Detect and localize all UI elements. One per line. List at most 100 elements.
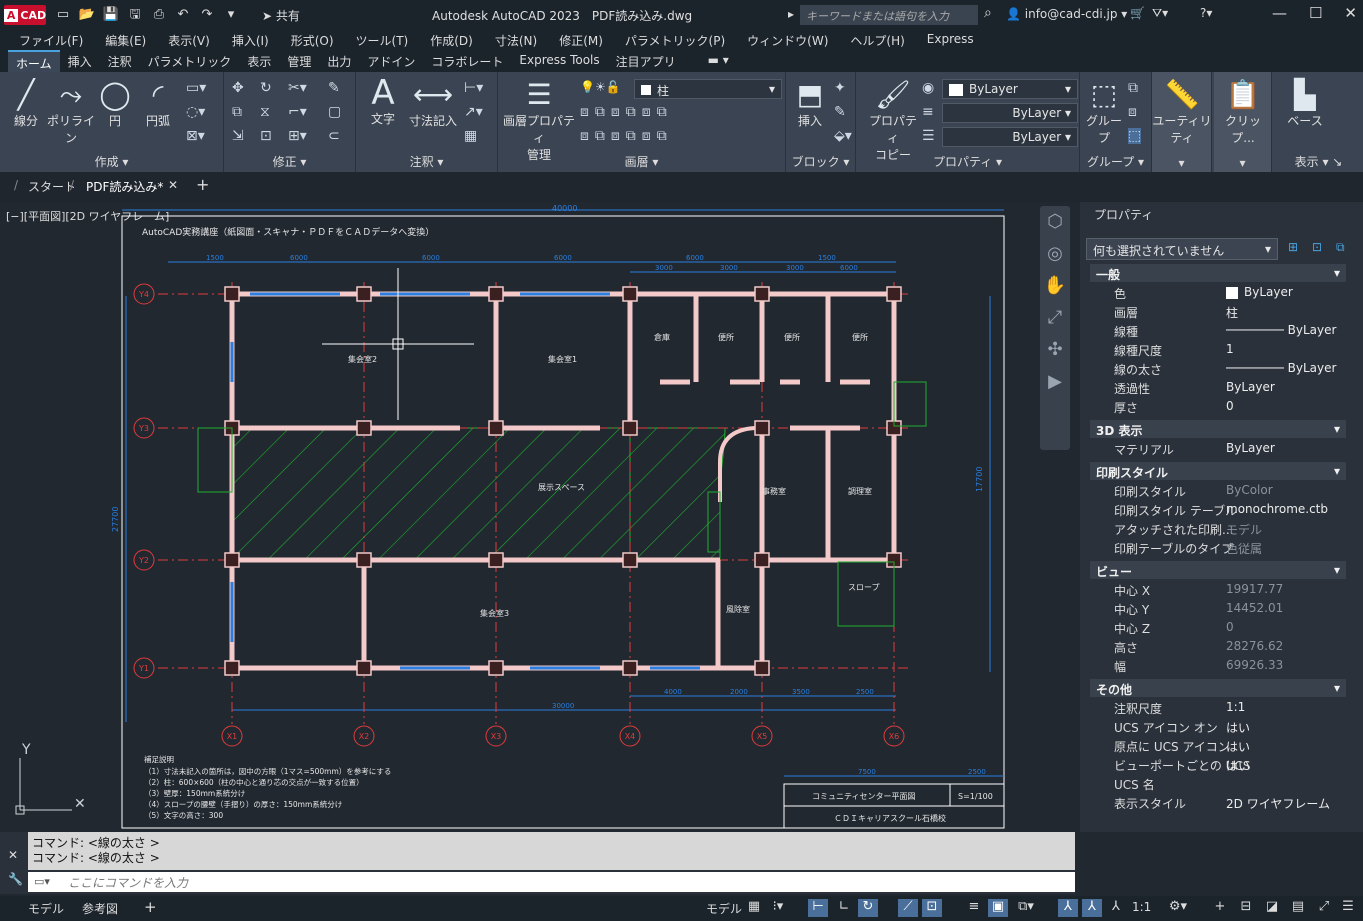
menu-tools[interactable]: ツール(T) (345, 30, 420, 50)
prop-row[interactable]: 線種 ──────── ByLayer (1090, 321, 1346, 340)
group-select-icon[interactable]: ⬚ (1128, 128, 1142, 144)
ungroup-icon[interactable]: ⧉ (1128, 80, 1138, 96)
menu-help[interactable]: ヘルプ(H) (839, 30, 915, 50)
prop-row[interactable]: 色 ByLayer (1090, 283, 1346, 302)
prop-row[interactable]: 中心 Z0 (1090, 618, 1346, 637)
cart-icon[interactable]: 🛒 (1130, 6, 1145, 20)
menu-format[interactable]: 形式(O) (280, 30, 345, 50)
ribbon-options-icon[interactable]: ▬ ▾ (700, 50, 737, 72)
line-tool[interactable]: ╱ 線分 (6, 78, 46, 129)
section-general[interactable]: 一般 ▾ (1090, 264, 1346, 282)
prop-row[interactable]: 中心 Y 14452.01 (1090, 599, 1346, 618)
prop-row[interactable]: 画層柱 (1090, 302, 1346, 321)
selection-cycling-icon[interactable]: ⧉▾ (1016, 899, 1036, 917)
minimize-icon[interactable]: — (1272, 4, 1287, 22)
prop-row[interactable]: 印刷スタイル テーブル monochrome.ctb (1090, 500, 1346, 519)
new-tab-icon[interactable]: + (196, 175, 209, 194)
prop-row[interactable]: 透過性 ByLayer (1090, 378, 1346, 397)
group-tool[interactable]: ⬚ グループ (1082, 78, 1126, 146)
base-view-tool[interactable]: ▙ ベース (1280, 78, 1330, 129)
menu-edit[interactable]: 編集(E) (94, 30, 157, 50)
menu-express[interactable]: Express (916, 30, 985, 50)
prop-row[interactable]: UCS アイコン オン はい (1090, 717, 1346, 736)
menu-modify[interactable]: 修正(M) (548, 30, 614, 50)
prop-row[interactable]: 中心 X 19917.77 (1090, 580, 1346, 599)
panel-block-title[interactable]: ブロック ▾ (786, 153, 855, 170)
annotation-scale-icon[interactable]: ⅄ (1106, 899, 1126, 917)
hardware-accel-icon[interactable]: ▤ (1288, 899, 1308, 917)
panel-annotate-title[interactable]: 注釈 ▾ (356, 153, 497, 170)
polar-tracking-icon[interactable]: ↻ (858, 899, 878, 917)
panel-properties-title[interactable]: プロパティ ▾ (856, 153, 1079, 170)
rotate-icon[interactable]: ↻ (260, 80, 272, 96)
panel-view-title[interactable]: 表示 ▾ ↘ (1274, 153, 1363, 170)
menu-insert[interactable]: 挿入(I) (221, 30, 280, 50)
layer-state-icons[interactable]: 💡☀🔓 (580, 80, 621, 94)
color-dropdown[interactable]: ByLayer ▾ (942, 79, 1078, 99)
zoom-extents-icon[interactable]: ⤢ (1040, 302, 1070, 334)
units-icon[interactable]: ⊟ (1236, 899, 1256, 917)
close-tab-icon[interactable]: ✕ (168, 178, 178, 192)
doc-tab-start[interactable]: スタート (28, 178, 76, 195)
leader-icon[interactable]: ↗▾ (464, 104, 483, 120)
arc-tool[interactable]: ◜ 円弧 (138, 78, 178, 129)
drawing-canvas[interactable]: [−][平面図][2D ワイヤフレーム] AutoCAD実務講座（紙図面・スキャ… (0, 202, 1075, 832)
panel-layers-title[interactable]: 画層 ▾ (498, 153, 785, 170)
offset-icon[interactable]: ⊂ (328, 128, 340, 144)
pan-icon[interactable]: ✋ (1040, 270, 1070, 302)
annotation-visibility-icon[interactable]: ⅄ (1058, 899, 1078, 917)
navigation-bar[interactable]: ⬡ ◎ ✋ ⤢ ✣ ▶ (1040, 206, 1070, 450)
help-icon[interactable]: ?▾ (1200, 6, 1212, 20)
group-edit-icon[interactable]: ⧈ (1128, 104, 1137, 120)
tab-annotate[interactable]: 注釈 (100, 50, 140, 72)
autocad-logo[interactable]: A CAD (3, 5, 46, 25)
redo-icon[interactable]: ↷ (198, 6, 216, 24)
open-file-icon[interactable]: 📂 (78, 6, 96, 24)
infer-constraints-icon[interactable]: ⊢ (808, 899, 828, 917)
search-icon[interactable]: ⌕ (984, 5, 992, 21)
panel-create-title[interactable]: 作成 ▾ (0, 153, 223, 170)
grid-icon[interactable]: ▦ (744, 899, 764, 917)
select-objects-icon[interactable]: ⊡ (1312, 240, 1322, 254)
ortho-icon[interactable]: ∟ (834, 899, 854, 917)
prop-row[interactable]: ビューポートごとの UCS はい (1090, 755, 1346, 774)
text-tool[interactable]: A 文字 (362, 76, 404, 127)
customize-dropdown-icon[interactable]: ▾ (222, 6, 240, 24)
menu-window[interactable]: ウィンドウ(W) (736, 30, 839, 50)
tab-model-layout[interactable]: モデル (28, 900, 64, 917)
quick-select-icon[interactable]: ⧉ (1336, 240, 1345, 255)
mirror-icon[interactable]: ⧖ (260, 104, 270, 120)
tab-parametric[interactable]: パラメトリック (140, 50, 240, 72)
object-snap-icon[interactable]: ⊡ (922, 899, 942, 917)
close-command-icon[interactable]: ✕ (8, 848, 18, 862)
layer-tools-row1[interactable]: ⧈⧉⧈⧉⧈⧉ (580, 104, 673, 120)
save-as-icon[interactable]: 🖫 (126, 6, 144, 24)
view-cube-icon[interactable]: ⬡ (1040, 206, 1070, 238)
layer-dropdown[interactable]: 柱 ▾ (634, 79, 782, 99)
prop-row[interactable]: 印刷テーブルのタイプ 色従属 (1090, 538, 1346, 557)
array-icon[interactable]: ⊞▾ (288, 128, 307, 144)
isodraft-icon[interactable]: ⟋ (898, 899, 918, 917)
menu-draw[interactable]: 作成(D) (419, 30, 484, 50)
tab-home[interactable]: ホーム (8, 50, 60, 72)
tab-insert[interactable]: 挿入 (60, 50, 100, 72)
hatch-icon[interactable]: ◌▾ (186, 104, 205, 120)
prop-row[interactable]: マテリアル ByLayer (1090, 439, 1346, 458)
recent-commands-icon[interactable]: ▭▾ (34, 875, 50, 888)
prop-row[interactable]: 幅 69926.33 (1090, 656, 1346, 675)
menu-file[interactable]: ファイル(F) (8, 30, 94, 50)
edit-block-icon[interactable]: ✎ (834, 104, 846, 120)
circle-tool[interactable]: ◯ 円 (96, 78, 134, 129)
scale-icon[interactable]: ⊡ (260, 128, 272, 144)
tab-view[interactable]: 表示 (239, 50, 279, 72)
lineweight-display-icon[interactable]: ≡ (964, 899, 984, 917)
search-input[interactable]: キーワードまたは語句を入力 (800, 5, 978, 25)
selection-dropdown[interactable]: 何も選択されていません ▾ (1086, 238, 1278, 260)
polyline-tool[interactable]: ⤳ ポリライン (46, 78, 96, 146)
user-account[interactable]: 👤 info@cad-cdi.jp ▾ (1006, 7, 1127, 21)
explode-icon[interactable]: ▢ (328, 104, 341, 120)
lineweight-dropdown[interactable]: ByLayer ▾ (942, 127, 1078, 147)
prop-row[interactable]: 厚さ 0 (1090, 397, 1346, 416)
model-space-toggle[interactable]: モデル (706, 900, 742, 917)
command-input[interactable]: ここにコマンドを入力 (28, 872, 1075, 892)
